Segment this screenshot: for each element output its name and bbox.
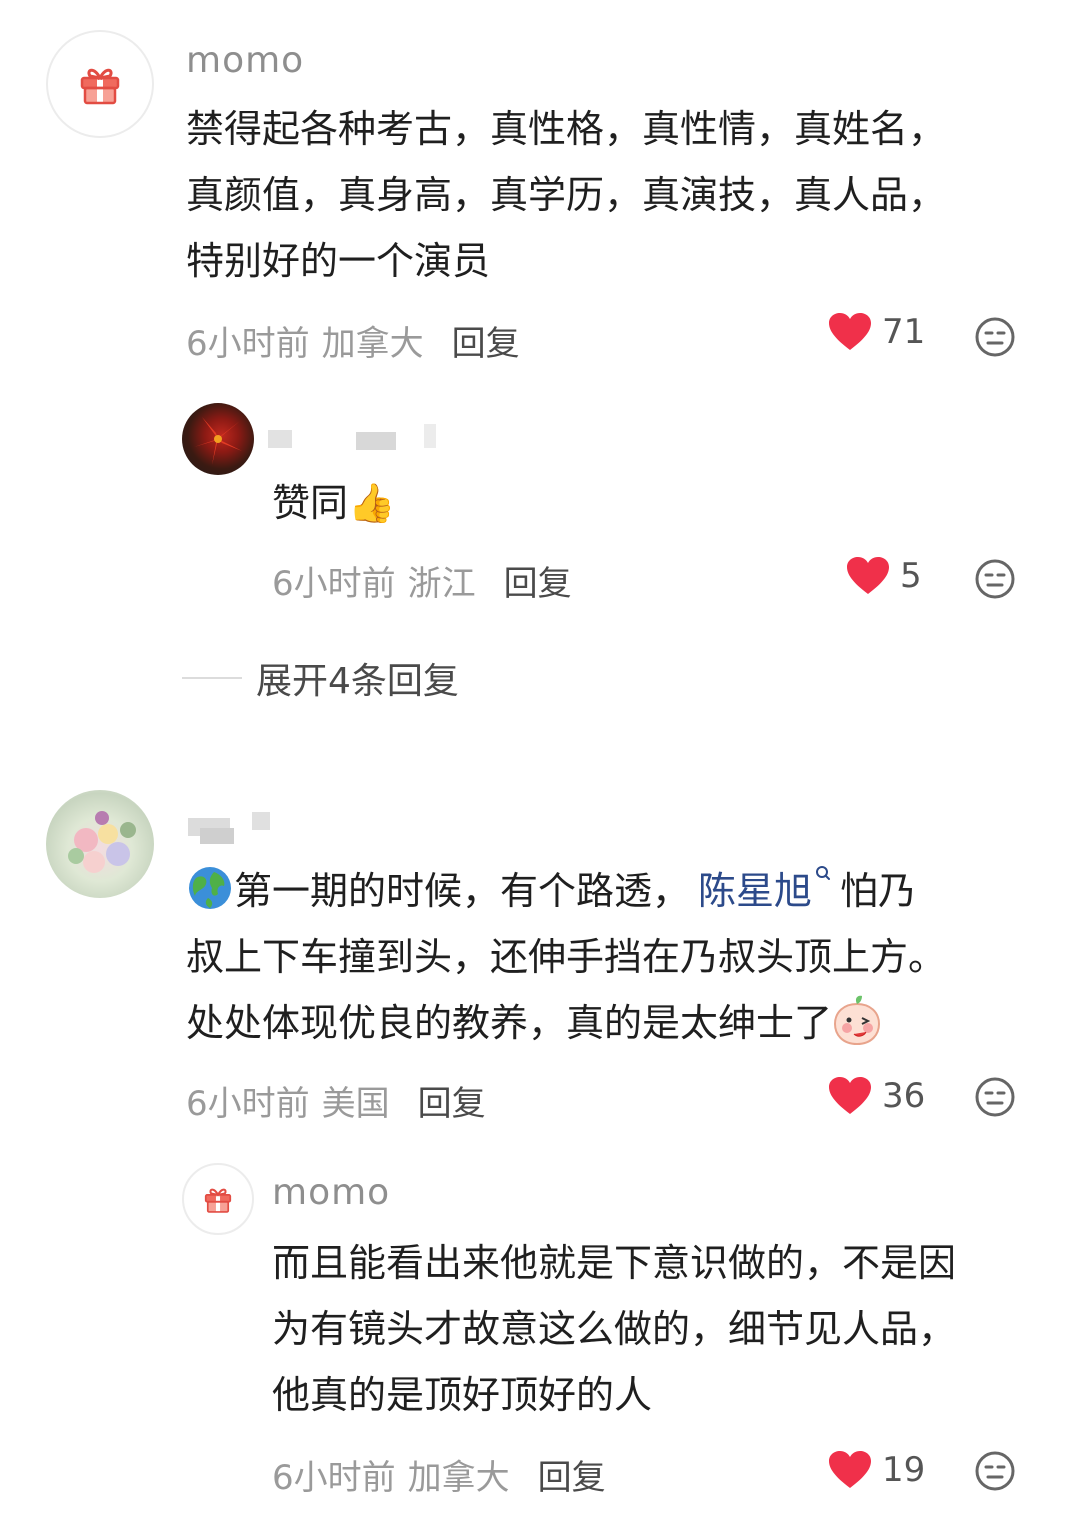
emoji-reaction-button[interactable] — [974, 1450, 1016, 1496]
like-button[interactable]: 36 — [828, 1076, 925, 1116]
flower-bouquet-photo — [68, 811, 136, 873]
expand-replies-button[interactable]: 展开4条回复 — [182, 652, 459, 704]
comment-text-line: 处处体现优良的教养，真的是太绅士了 — [186, 990, 1066, 1056]
reply-button[interactable]: 回复 — [418, 1084, 486, 1124]
blurred-username — [252, 812, 270, 830]
reply-username[interactable]: momo — [272, 1172, 390, 1213]
heart-icon — [829, 1077, 871, 1114]
emoji-reaction-button[interactable] — [974, 558, 1016, 604]
comment-text-line: 禁得起各种考古，真性格，真性情，真姓名， — [186, 107, 947, 151]
reply-button[interactable]: 回复 — [504, 564, 572, 604]
blurred-username — [356, 432, 396, 450]
avatar-momo[interactable] — [182, 1163, 254, 1235]
globe-icon — [189, 867, 231, 909]
heart-icon — [847, 557, 889, 594]
reply-text: 赞同👍 — [272, 481, 396, 525]
reply-button[interactable]: 回复 — [452, 324, 520, 364]
mention-link[interactable]: 陈星旭 — [698, 869, 812, 913]
comment-time: 6小时前 — [186, 324, 310, 364]
comment-meta: 6小时前 加拿大 回复 — [186, 316, 520, 365]
heart-icon — [829, 313, 871, 350]
search-mini-icon — [816, 866, 831, 880]
emoji-reaction-icon — [975, 1077, 1015, 1117]
reply-text-line: 为有镜头才故意这么做的，细节见人品， — [272, 1307, 957, 1351]
avatar-user-2[interactable] — [46, 790, 154, 898]
gift-icon — [80, 68, 120, 105]
reply-text: 而且能看出来他就是下意识做的，不是因 为有镜头才故意这么做的，细节见人品， 他真… — [272, 1230, 1062, 1428]
emoji-reaction-icon — [975, 559, 1015, 599]
emoji-reaction-button[interactable] — [974, 316, 1016, 362]
comment-location: 加拿大 — [321, 324, 424, 364]
comment-text-line: 特别好的一个演员 — [186, 239, 491, 283]
blurred-username — [200, 828, 234, 844]
reply-meta: 6小时前 浙江 回复 — [272, 564, 572, 604]
peach-blush-emoji-icon — [834, 995, 881, 1046]
heart-icon — [829, 1451, 871, 1488]
blurred-username — [424, 424, 436, 448]
reply-text-line: 他真的是顶好顶好的人 — [272, 1373, 653, 1417]
divider-line — [182, 677, 242, 679]
reply-button[interactable]: 回复 — [538, 1458, 606, 1498]
like-button[interactable]: 71 — [828, 312, 925, 352]
comment-text-line: 叔上下车撞到头，还伸手挡在乃叔头顶上方。 — [186, 935, 947, 979]
comment-text-line: 第一期的时候，有个路透， 陈星旭 怕乃 — [186, 858, 1066, 924]
avatar-reply-user[interactable] — [182, 403, 254, 475]
reply-meta: 6小时前 加拿大 回复 — [272, 1458, 606, 1498]
flower-photo — [194, 417, 242, 465]
gift-icon — [204, 1188, 232, 1213]
thumbs-up-icon: 👍 — [348, 481, 396, 525]
like-count: 36 — [882, 1076, 926, 1116]
like-button[interactable]: 19 — [828, 1450, 925, 1490]
like-count: 5 — [900, 556, 922, 596]
comment-text: 第一期的时候，有个路透， 陈星旭 怕乃 叔上下车撞到头，还伸手挡在乃叔头顶上方。 … — [186, 858, 1066, 1056]
reply-text-line: 而且能看出来他就是下意识做的，不是因 — [272, 1241, 957, 1285]
emoji-reaction-icon — [975, 1451, 1015, 1491]
comment-text-line: 真颜值，真身高，真学历，真演技，真人品， — [186, 173, 947, 217]
comment-meta: 6小时前 美国 回复 — [186, 1084, 486, 1124]
avatar-momo[interactable] — [46, 30, 154, 138]
emoji-reaction-icon — [975, 317, 1015, 357]
like-count: 71 — [882, 312, 926, 352]
comment-username[interactable]: momo — [186, 40, 304, 81]
emoji-reaction-button[interactable] — [974, 1076, 1016, 1122]
comment-text: 禁得起各种考古，真性格，真性情，真姓名， 真颜值，真身高，真学历，真演技，真人品… — [186, 96, 1046, 294]
like-count: 19 — [882, 1450, 926, 1490]
blurred-username — [268, 430, 292, 448]
like-button[interactable]: 5 — [846, 556, 922, 596]
